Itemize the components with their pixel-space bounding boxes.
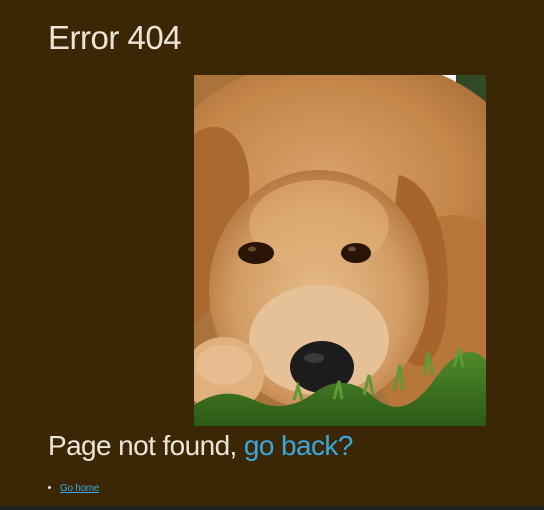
page-title: Error 404 — [48, 19, 182, 56]
error-page: Error 404 Page not found, go back? Go ho… — [0, 0, 544, 510]
dog-image — [194, 75, 486, 426]
go-home-link[interactable]: Go home — [60, 483, 99, 494]
bottom-bar — [0, 506, 544, 510]
not-found-message: Page not found, go back? — [48, 426, 353, 466]
link-list: Go home — [48, 482, 99, 496]
list-item: Go home — [48, 482, 99, 496]
go-back-link[interactable]: go back? — [244, 430, 353, 461]
bullet-icon — [48, 485, 51, 489]
message-text: Page not found, — [48, 430, 244, 461]
